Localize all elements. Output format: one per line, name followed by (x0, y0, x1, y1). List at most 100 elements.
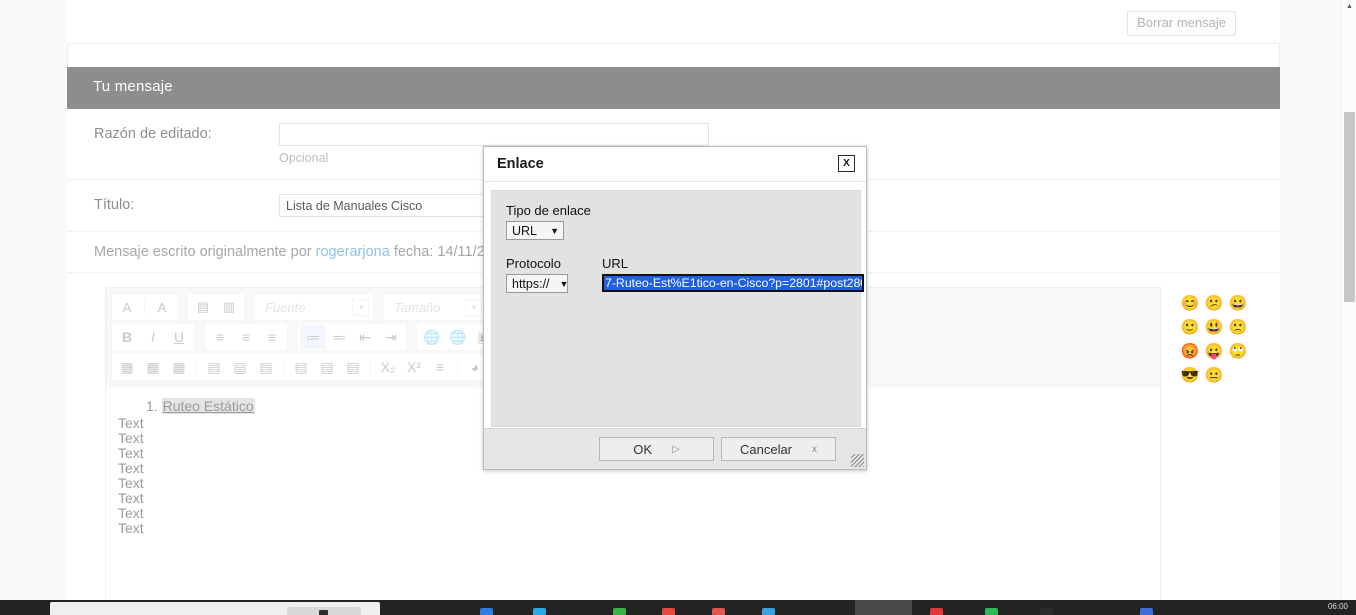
protocol-select[interactable]: https:// ▼ (506, 274, 568, 293)
emoji-laugh[interactable]: 😃 (1202, 316, 1226, 340)
edit-reason-label: Razón de editado: (67, 123, 279, 145)
taskbar-window-tab[interactable] (287, 607, 361, 615)
table-properties-icon[interactable]: ▦ (140, 355, 166, 379)
font-size-select[interactable]: Tamaño ▾ (383, 293, 487, 321)
ordered-list-icon[interactable]: ≔ (300, 325, 326, 349)
unlink-icon[interactable]: 🌐 (445, 325, 471, 349)
align-center-icon[interactable]: ≡ (233, 325, 259, 349)
delete-row-icon[interactable]: ▤ (340, 355, 366, 379)
bold-icon[interactable]: B (114, 325, 140, 349)
resize-handle-icon[interactable] (851, 454, 864, 467)
table-icon[interactable]: ▦ (114, 355, 140, 379)
paste-word-icon[interactable]: ▥ (216, 295, 242, 319)
insert-row-below-icon[interactable]: ▤ (314, 355, 340, 379)
close-icon[interactable]: X (838, 155, 855, 172)
taskbar-window-preview[interactable] (50, 602, 380, 615)
play-triangle-icon: ▷ (672, 444, 680, 455)
taskbar-icon-7[interactable] (930, 608, 943, 615)
protocol-label: Protocolo (506, 256, 568, 271)
text-color-icon[interactable]: A (114, 295, 140, 319)
outdent-icon[interactable]: ⇤ (352, 325, 378, 349)
remove-format-icon[interactable]: A (149, 295, 175, 319)
indent-icon[interactable]: ⇥ (378, 325, 404, 349)
taskbar-icon-3[interactable] (613, 608, 626, 615)
dialog-footer: OK ▷ Cancelar x (484, 428, 866, 469)
close-x-icon: x (812, 444, 817, 455)
title-label: Título: (67, 194, 279, 216)
dialog-titlebar[interactable]: Enlace X (484, 147, 866, 182)
font-family-select[interactable]: Fuente ▾ (254, 293, 374, 321)
delete-column-icon[interactable]: ▤ (253, 355, 279, 379)
paste-icon[interactable]: ▤ (190, 295, 216, 319)
taskbar-icon-10[interactable] (1140, 608, 1153, 615)
align-left-icon[interactable]: ≡ (207, 325, 233, 349)
insert-row-above-icon[interactable]: ▤ (288, 355, 314, 379)
emoji-grin[interactable]: 😀 (1226, 292, 1250, 316)
cancel-button[interactable]: Cancelar x (721, 437, 836, 461)
protocol-value: https:// (512, 277, 550, 291)
edit-reason-input[interactable] (279, 123, 709, 146)
scroll-up-icon[interactable]: ▲ (1346, 3, 1353, 10)
list-group: ≔ ≕ ⇤ ⇥ (297, 323, 407, 351)
taskbar-icon-5[interactable] (712, 608, 725, 615)
editor-text-line: Text (106, 506, 1160, 521)
italic-icon[interactable]: I (140, 325, 166, 349)
superscript-icon[interactable]: X² (401, 355, 427, 379)
subscript-icon[interactable]: X₂ (375, 355, 401, 379)
taskbar-icon-8[interactable] (985, 608, 998, 615)
emoji-grid: 😊 😕 😀 🙂 😃 🙁 😡 😛 🙄 😎 😐 (1178, 292, 1254, 388)
emoji-smile[interactable]: 🙂 (1178, 316, 1202, 340)
emoji-tongue[interactable]: 😛 (1202, 340, 1226, 364)
table-delete-icon[interactable]: ▦ (166, 355, 192, 379)
topbar: Borrar mensaje (67, 0, 1280, 44)
taskbar-icon-4[interactable] (662, 608, 675, 615)
taskbar-icon-2[interactable] (533, 608, 546, 615)
align-right-icon[interactable]: ≡ (259, 325, 285, 349)
link-icon[interactable]: 🌐 (419, 325, 445, 349)
ok-button[interactable]: OK ▷ (599, 437, 714, 461)
emoji-panel: 😊 😕 😀 🙂 😃 🙁 😡 😛 🙄 😎 😐 (1178, 292, 1254, 388)
selected-link-text[interactable]: Ruteo Estático (162, 398, 255, 414)
editor-text-line: Text (106, 491, 1160, 506)
horizontal-rule-icon[interactable]: ≡ (427, 355, 453, 379)
taskbar-icon-9[interactable] (1040, 608, 1053, 615)
scrollbar-thumb[interactable] (1344, 112, 1355, 302)
emoji-confused[interactable]: 😕 (1202, 292, 1226, 316)
page-scrollbar[interactable]: ▲ (1341, 0, 1356, 600)
url-input[interactable]: 7-Ruteo-Est%E1tico-en-Cisco?p=2801#post2… (602, 274, 864, 292)
emoji-sunglasses[interactable]: 😎 (1178, 364, 1202, 388)
url-label: URL (602, 256, 864, 271)
link-type-select[interactable]: URL ▼ (506, 221, 564, 240)
cancel-button-label: Cancelar (740, 442, 792, 457)
taskbar-clock: 06:00 (1328, 602, 1348, 611)
dialog-title: Enlace (497, 156, 544, 172)
emoji-blush[interactable]: 😊 (1178, 292, 1202, 316)
taskbar-icon-1[interactable] (480, 608, 493, 615)
font-family-label: Fuente (265, 300, 305, 315)
delete-message-button[interactable]: Borrar mensaje (1127, 11, 1236, 36)
emoji-rolling-eyes[interactable]: 🙄 (1226, 340, 1250, 364)
unordered-list-icon[interactable]: ≕ (326, 325, 352, 349)
link-dialog: Enlace X Tipo de enlace URL ▼ Protocolo … (483, 146, 867, 470)
underline-icon[interactable]: U (166, 325, 192, 349)
taskbar-active-window[interactable] (855, 600, 912, 615)
insert-column-left-icon[interactable]: ▤ (201, 355, 227, 379)
dialog-body: Tipo de enlace URL ▼ Protocolo https:// … (491, 190, 861, 427)
chevron-down-icon: ▼ (540, 226, 559, 236)
editor-text-line: Text (106, 476, 1160, 491)
align-group: ≡ ≡ ≡ (204, 323, 288, 351)
font-size-label: Tamaño (394, 300, 441, 315)
bold-italic-underline-group: B I U (111, 323, 195, 351)
url-field: URL 7-Ruteo-Est%E1tico-en-Cisco?p=2801#p… (602, 256, 864, 293)
paste-group: ▤ ▥ (187, 293, 245, 321)
author-link[interactable]: rogerarjona (316, 244, 390, 260)
emoji-angry[interactable]: 😡 (1178, 340, 1202, 364)
taskbar-icon-6[interactable] (762, 608, 775, 615)
emoji-frown[interactable]: 🙁 (1226, 316, 1250, 340)
emoji-neutral[interactable]: 😐 (1202, 364, 1226, 388)
insert-column-right-icon[interactable]: ▤ (227, 355, 253, 379)
list-number: 1. (146, 398, 158, 414)
chevron-down-icon: ▾ (465, 299, 482, 316)
link-type-value: URL (512, 224, 537, 238)
chevron-down-icon: ▾ (352, 299, 369, 316)
